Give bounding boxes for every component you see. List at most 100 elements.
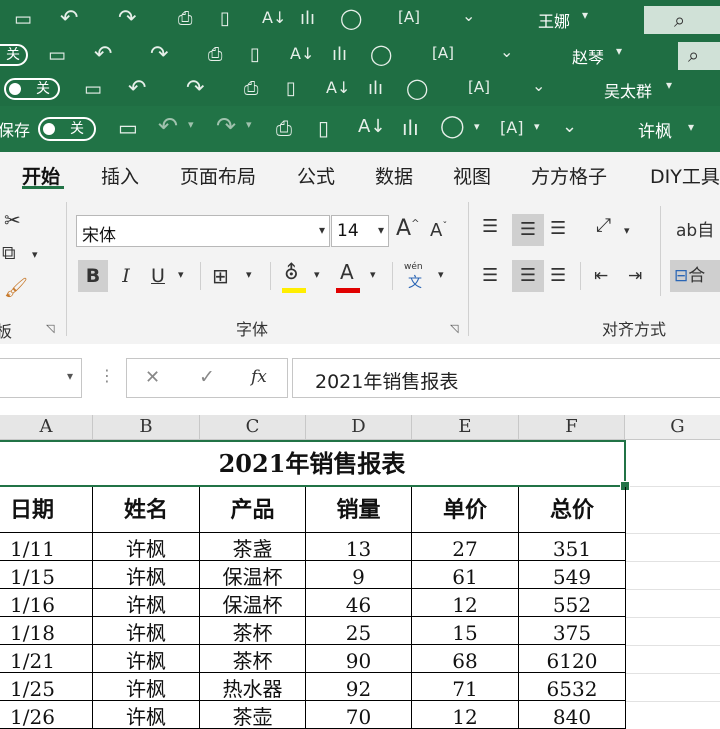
table-cell[interactable]: 12 [412, 701, 519, 729]
table-cell[interactable]: 热水器 [200, 673, 306, 701]
chevron-down-icon[interactable]: ▾ [616, 44, 622, 58]
table-cell[interactable]: 25 [306, 617, 412, 645]
chevron-down-icon[interactable]: ▾ [67, 369, 73, 383]
font-name-combo[interactable]: 宋体 ▾ [76, 215, 330, 247]
table-cell[interactable]: 13 [306, 533, 412, 561]
table-cell[interactable]: 12 [412, 589, 519, 617]
table-cell[interactable]: 许枫 [93, 533, 200, 561]
chart-icon[interactable]: ılı [402, 116, 419, 140]
table-cell[interactable]: 15 [412, 617, 519, 645]
tab-data[interactable]: 数据 [375, 162, 413, 189]
redo-icon[interactable]: ↷ [118, 6, 136, 31]
format-painter-icon[interactable]: 🖌 [4, 276, 28, 299]
user-name[interactable]: 王娜 [538, 8, 570, 32]
table-cell[interactable]: 1/26 [0, 701, 93, 729]
column-header-f[interactable]: F [519, 415, 625, 440]
chevron-down-icon[interactable]: ▾ [370, 268, 376, 281]
table-cell[interactable]: 6120 [519, 645, 626, 673]
header-cell[interactable]: 姓名 [93, 487, 200, 533]
wrap-text-button[interactable]: ab自 [676, 216, 714, 241]
fill-color-icon[interactable]: ⛢ [284, 256, 299, 288]
italic-button[interactable]: I [116, 260, 136, 292]
table-cell[interactable]: 71 [412, 673, 519, 701]
increase-indent-icon[interactable]: ⇥ [628, 262, 642, 290]
header-cell[interactable]: 销量 [306, 487, 412, 533]
chevron-down-icon[interactable]: ▾ [32, 248, 38, 261]
chevron-down-icon[interactable]: ▾ [314, 268, 320, 281]
column-header-g[interactable]: G [625, 415, 720, 440]
table-cell[interactable]: 46 [306, 589, 412, 617]
chevron-down-icon[interactable]: ▾ [666, 78, 672, 92]
chevron-down-icon[interactable]: ▾ [246, 268, 252, 281]
print-preview-icon[interactable]: ⎙ [276, 116, 292, 140]
search-box[interactable]: ⌕ [678, 42, 720, 70]
autosave-toggle[interactable]: 关 [0, 44, 28, 66]
cancel-icon[interactable]: ✕ [145, 367, 160, 388]
table-cell[interactable]: 70 [306, 701, 412, 729]
table-cell[interactable]: 61 [412, 561, 519, 589]
confirm-icon[interactable]: ✓ [199, 366, 215, 388]
font-color-icon[interactable]: A [340, 256, 354, 288]
chevron-down-icon[interactable]: ▾ [319, 223, 325, 237]
align-left-icon[interactable]: ☰ [482, 262, 498, 290]
redo-icon[interactable]: ↷ [150, 42, 168, 67]
sort-icon[interactable]: A↓ [358, 116, 385, 137]
sheet-title-cell[interactable]: 2021年销售报表 [0, 440, 626, 487]
tab-insert[interactable]: 插入 [101, 162, 139, 189]
table-cell[interactable]: 许枫 [93, 673, 200, 701]
table-cell[interactable]: 许枫 [93, 701, 200, 729]
cut-icon[interactable]: ✂ [4, 208, 21, 232]
save-icon[interactable]: ▭ [48, 44, 66, 66]
header-cell[interactable]: 总价 [519, 487, 626, 533]
chevron-down-icon[interactable]: ▾ [178, 268, 184, 281]
chevron-down-icon[interactable]: ▾ [246, 118, 252, 131]
tab-diy-tools[interactable]: DIY工具 [650, 162, 720, 189]
table-cell[interactable]: 1/25 [0, 673, 93, 701]
name-box[interactable]: ▾ [0, 358, 82, 398]
table-cell[interactable]: 1/15 [0, 561, 93, 589]
table-cell[interactable]: 茶杯 [200, 617, 306, 645]
font-size-combo[interactable]: 14 ▾ [331, 215, 389, 247]
table-cell[interactable]: 许枫 [93, 561, 200, 589]
chevron-down-icon[interactable]: ▾ [474, 120, 480, 133]
user-name[interactable]: 吴太群 [604, 78, 652, 102]
table-cell[interactable]: 351 [519, 533, 626, 561]
align-top-icon[interactable]: ☰ [482, 216, 498, 237]
underline-button[interactable]: U [148, 260, 168, 292]
table-cell[interactable]: 90 [306, 645, 412, 673]
autosave-toggle[interactable]: 关 [4, 78, 60, 100]
table-cell[interactable]: 保温杯 [200, 589, 306, 617]
undo-icon[interactable]: ↶ [158, 112, 178, 140]
ocr-icon[interactable]: [A] [500, 118, 523, 137]
insert-function-icon[interactable]: fx [251, 367, 267, 387]
undo-icon[interactable]: ↶ [128, 76, 146, 101]
tab-view[interactable]: 视图 [453, 162, 491, 189]
column-header-b[interactable]: B [93, 415, 200, 440]
header-cell[interactable]: 单价 [412, 487, 519, 533]
decrease-indent-icon[interactable]: ⇤ [594, 262, 608, 290]
ocr-icon[interactable]: [A] [468, 78, 490, 96]
column-header-c[interactable]: C [200, 415, 306, 440]
new-document-icon[interactable]: ▯ [286, 78, 296, 99]
table-cell[interactable]: 6532 [519, 673, 626, 701]
column-header-d[interactable]: D [306, 415, 412, 440]
chevron-down-icon[interactable]: ▾ [534, 120, 540, 133]
bold-button[interactable]: B [78, 260, 108, 292]
header-cell[interactable]: 日期 [0, 487, 93, 533]
table-cell[interactable]: 1/11 [0, 533, 93, 561]
table-cell[interactable]: 茶杯 [200, 645, 306, 673]
shapes-icon[interactable]: ◯ [406, 76, 428, 100]
table-cell[interactable]: 9 [306, 561, 412, 589]
tab-page-layout[interactable]: 页面布局 [180, 162, 256, 189]
undo-icon[interactable]: ↶ [94, 42, 112, 67]
user-name[interactable]: 许枫 [638, 117, 672, 142]
align-right-icon[interactable]: ☰ [550, 262, 566, 290]
drag-handle-icon[interactable]: ⋮ [99, 366, 115, 385]
table-cell[interactable]: 茶盏 [200, 533, 306, 561]
sort-icon[interactable]: A↓ [262, 8, 286, 27]
orientation-icon[interactable]: ⤢ [596, 214, 611, 236]
table-cell[interactable]: 840 [519, 701, 626, 729]
undo-icon[interactable]: ↶ [60, 6, 78, 31]
tab-fangfang[interactable]: 方方格子 [531, 162, 607, 189]
merge-center-button[interactable]: ⊟合 [670, 260, 720, 292]
